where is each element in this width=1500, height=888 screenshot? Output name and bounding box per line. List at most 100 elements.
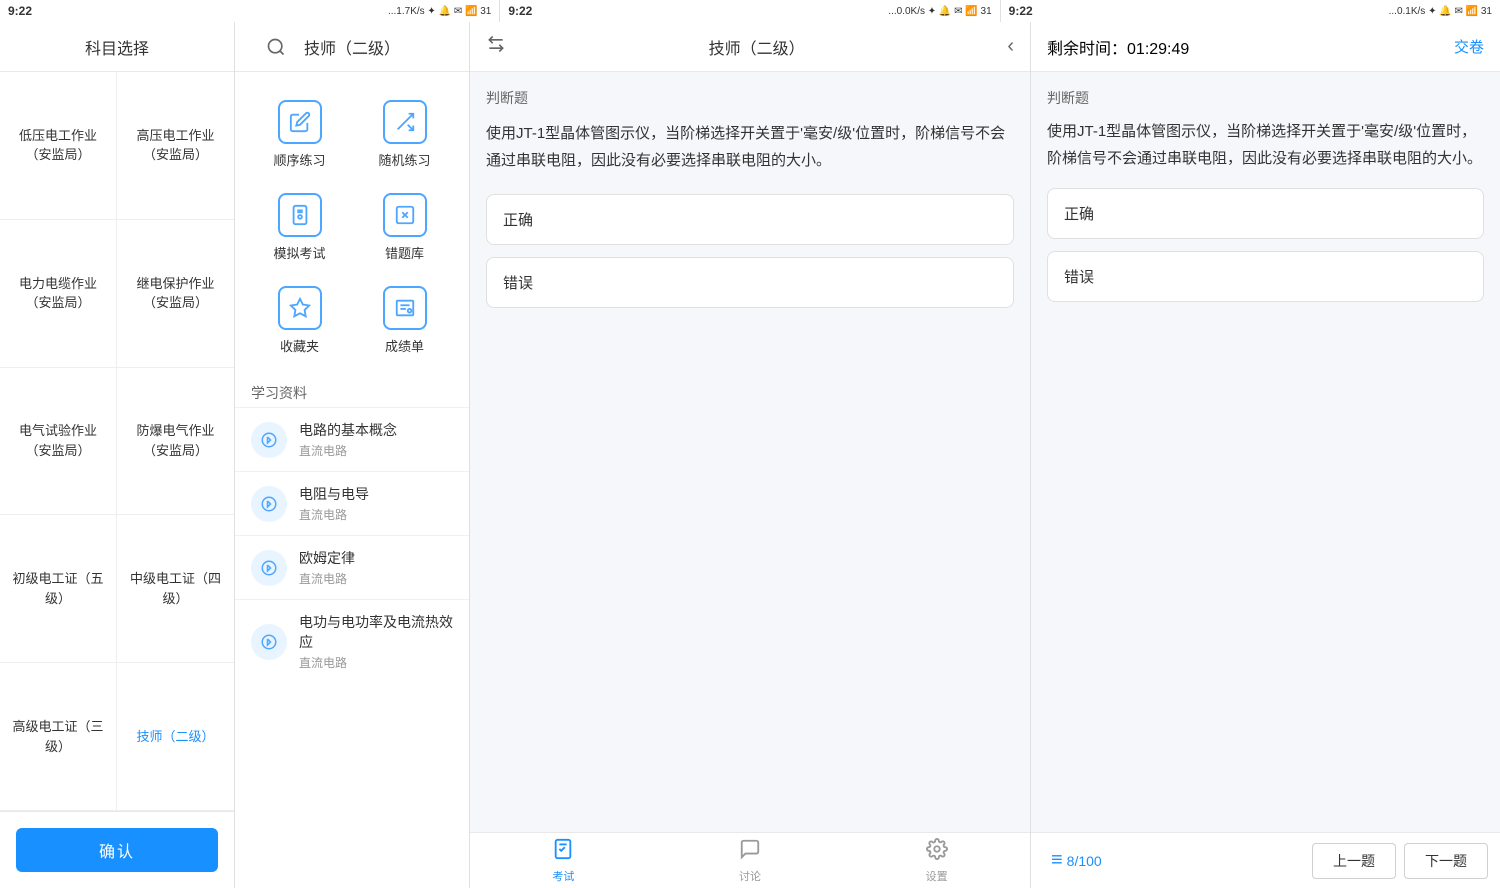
search-button[interactable] bbox=[260, 31, 292, 63]
panel4-option-1[interactable]: 错误 bbox=[1047, 251, 1484, 302]
tab-icon-0 bbox=[552, 838, 574, 866]
card-count: 8/100 bbox=[1067, 853, 1102, 869]
study-text-1: 电阻与电导 直流电路 bbox=[299, 484, 369, 523]
subject-item-7[interactable]: 中级电工证（四级） bbox=[117, 515, 234, 663]
panel3-content: 判断题 使用JT-1型晶体管图示仪，当阶梯选择开关置于'毫安/级'位置时，阶梯信… bbox=[470, 72, 1030, 832]
status-bar-2: 9:22 ...0.0K/s ✦ 🔔 ✉ 📶 31 bbox=[500, 0, 1000, 22]
practice-label-3: 错题库 bbox=[385, 243, 424, 262]
practice-icon-0 bbox=[278, 100, 322, 144]
tab-label-2: 设置 bbox=[926, 868, 948, 884]
time-2: 9:22 bbox=[508, 4, 532, 18]
practice-panel: 技师（二级） 顺序练习 随机练习 模拟考试 错题库 收藏夹 成绩单 学习资料 bbox=[235, 22, 470, 888]
subject-item-8[interactable]: 高级电工证（三级） bbox=[0, 663, 117, 811]
panel4-question-text: 使用JT-1型晶体管图示仪，当阶梯选择开关置于'毫安/级'位置时，阶梯信号不会通… bbox=[1047, 118, 1484, 172]
practice-label-2: 模拟考试 bbox=[273, 243, 325, 262]
practice-grid: 顺序练习 随机练习 模拟考试 错题库 收藏夹 成绩单 bbox=[235, 72, 469, 375]
practice-icon-5 bbox=[383, 286, 427, 330]
practice-icon-4 bbox=[278, 286, 322, 330]
subject-item-2[interactable]: 电力电缆作业（安监局） bbox=[0, 220, 117, 368]
signal-3: ...0.1K/s ✦ 🔔 ✉ 📶 31 bbox=[1389, 6, 1492, 17]
panel4-footer: ≡ 8/100 上一题 下一题 bbox=[1031, 832, 1500, 888]
subject-item-3[interactable]: 继电保护作业（安监局） bbox=[117, 220, 234, 368]
panel4-content: 判断题 使用JT-1型晶体管图示仪，当阶梯选择开关置于'毫安/级'位置时，阶梯信… bbox=[1031, 72, 1500, 832]
next-button[interactable]: 下一题 bbox=[1404, 843, 1488, 879]
time-1: 9:22 bbox=[8, 4, 32, 18]
tab-讨论[interactable]: 讨论 bbox=[657, 833, 844, 888]
panel3-header: 技师（二级） ‹ bbox=[470, 22, 1030, 72]
study-material-1[interactable]: 电阻与电导 直流电路 bbox=[235, 471, 469, 535]
practice-item-4[interactable]: 收藏夹 bbox=[247, 274, 352, 367]
subject-item-5[interactable]: 防爆电气作业（安监局） bbox=[117, 368, 234, 516]
answer-options: 正确错误 bbox=[486, 194, 1014, 308]
subject-item-0[interactable]: 低压电工作业（安监局） bbox=[0, 72, 117, 220]
card-counter: ≡ 8/100 bbox=[1043, 849, 1110, 872]
study-material-2[interactable]: 欧姆定律 直流电路 bbox=[235, 535, 469, 599]
practice-icon-1 bbox=[383, 100, 427, 144]
subject-item-1[interactable]: 高压电工作业（安监局） bbox=[117, 72, 234, 220]
panel2-title: 技师（二级） bbox=[304, 35, 400, 59]
study-text-2: 欧姆定律 直流电路 bbox=[299, 548, 355, 587]
signal-2: ...0.0K/s ✦ 🔔 ✉ 📶 31 bbox=[888, 6, 991, 17]
subject-item-4[interactable]: 电气试验作业（安监局） bbox=[0, 368, 117, 516]
panel1-header: 科目选择 bbox=[0, 22, 234, 72]
subject-item-6[interactable]: 初级电工证（五级） bbox=[0, 515, 117, 663]
practice-label-4: 收藏夹 bbox=[280, 336, 319, 355]
card-icon: ≡ bbox=[1051, 849, 1063, 872]
panel4-answer-options: 正确错误 bbox=[1047, 188, 1484, 302]
tab-label-0: 考试 bbox=[552, 868, 574, 884]
study-icon-0 bbox=[251, 422, 287, 458]
status-bar-3: 9:22 ...0.1K/s ✦ 🔔 ✉ 📶 31 bbox=[1001, 0, 1500, 22]
back-button[interactable]: ‹ bbox=[1007, 35, 1014, 58]
panel1-title: 科目选择 bbox=[85, 35, 149, 59]
option-1[interactable]: 错误 bbox=[486, 257, 1014, 308]
tab-设置[interactable]: 设置 bbox=[843, 833, 1030, 888]
tab-label-1: 讨论 bbox=[739, 868, 761, 884]
timer-panel: 剩余时间：01:29:49 交卷 判断题 使用JT-1型晶体管图示仪，当阶梯选择… bbox=[1030, 22, 1500, 888]
timer-text: 剩余时间：01:29:49 bbox=[1047, 35, 1189, 59]
panel4-option-0[interactable]: 正确 bbox=[1047, 188, 1484, 239]
practice-item-0[interactable]: 顺序练习 bbox=[247, 88, 352, 181]
practice-item-5[interactable]: 成绩单 bbox=[352, 274, 457, 367]
study-material-3[interactable]: 电功与电功率及电流热效应 直流电路 bbox=[235, 599, 469, 683]
study-icon-1 bbox=[251, 486, 287, 522]
transfer-icon[interactable] bbox=[486, 34, 506, 59]
practice-item-1[interactable]: 随机练习 bbox=[352, 88, 457, 181]
practice-item-3[interactable]: 错题库 bbox=[352, 181, 457, 274]
panel4-question-type: 判断题 bbox=[1047, 88, 1484, 108]
signal-1: ...1.7K/s ✦ 🔔 ✉ 📶 31 bbox=[388, 6, 491, 17]
study-icon-3 bbox=[251, 624, 287, 660]
practice-icon-2 bbox=[278, 193, 322, 237]
panel4-header: 剩余时间：01:29:49 交卷 bbox=[1031, 22, 1500, 72]
subject-grid: 低压电工作业（安监局）高压电工作业（安监局）电力电缆作业（安监局）继电保护作业（… bbox=[0, 72, 234, 811]
study-icon-2 bbox=[251, 550, 287, 586]
practice-label-0: 顺序练习 bbox=[273, 150, 325, 169]
question-text: 使用JT-1型晶体管图示仪，当阶梯选择开关置于'毫安/级'位置时，阶梯信号不会通… bbox=[486, 120, 1014, 174]
question-type: 判断题 bbox=[486, 88, 1014, 108]
section-title: 学习资料 bbox=[235, 375, 469, 407]
time-3: 9:22 bbox=[1009, 4, 1033, 18]
tab-icon-2 bbox=[926, 838, 948, 866]
subject-item-9[interactable]: 技师（二级） bbox=[117, 663, 234, 811]
bottom-tabs: 考试 讨论 设置 bbox=[470, 832, 1030, 888]
study-text-0: 电路的基本概念 直流电路 bbox=[299, 420, 397, 459]
practice-label-1: 随机练习 bbox=[378, 150, 430, 169]
prev-button[interactable]: 上一题 bbox=[1312, 843, 1396, 879]
practice-item-2[interactable]: 模拟考试 bbox=[247, 181, 352, 274]
practice-label-5: 成绩单 bbox=[385, 336, 424, 355]
confirm-button[interactable]: 确认 bbox=[16, 828, 218, 872]
status-bars: 9:22 ...1.7K/s ✦ 🔔 ✉ 📶 31 9:22 ...0.0K/s… bbox=[0, 0, 1500, 22]
exam-panel: 技师（二级） ‹ 判断题 使用JT-1型晶体管图示仪，当阶梯选择开关置于'毫安/… bbox=[470, 22, 1030, 888]
panel3-title: 技师（二级） bbox=[709, 35, 805, 59]
study-materials: 电路的基本概念 直流电路 电阻与电导 直流电路 bbox=[235, 407, 469, 683]
option-0[interactable]: 正确 bbox=[486, 194, 1014, 245]
status-bar-1: 9:22 ...1.7K/s ✦ 🔔 ✉ 📶 31 bbox=[0, 0, 500, 22]
study-text-3: 电功与电功率及电流热效应 直流电路 bbox=[299, 612, 453, 671]
practice-icon-3 bbox=[383, 193, 427, 237]
panel2-header: 技师（二级） bbox=[235, 22, 469, 72]
tab-考试[interactable]: 考试 bbox=[470, 833, 657, 888]
panel1-footer: 确认 bbox=[0, 811, 234, 888]
subject-selection-panel: 科目选择 低压电工作业（安监局）高压电工作业（安监局）电力电缆作业（安监局）继电… bbox=[0, 22, 235, 888]
tab-icon-1 bbox=[739, 838, 761, 866]
study-material-0[interactable]: 电路的基本概念 直流电路 bbox=[235, 407, 469, 471]
submit-button[interactable]: 交卷 bbox=[1454, 36, 1484, 57]
